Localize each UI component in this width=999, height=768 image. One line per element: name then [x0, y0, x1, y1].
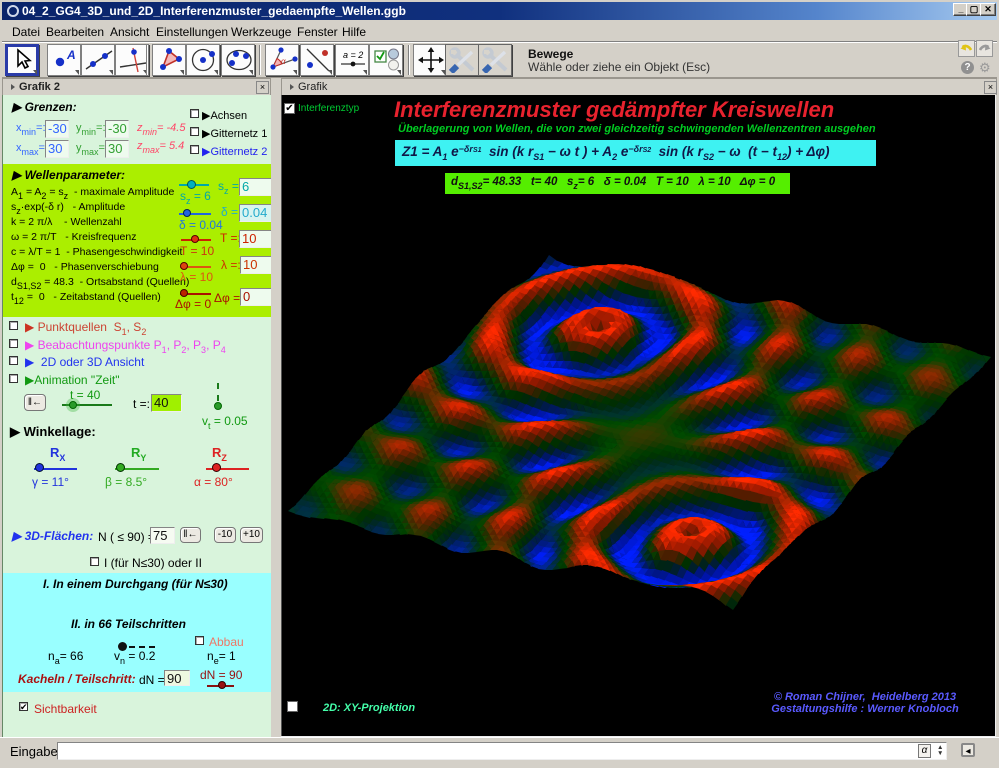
svg-text:A: A [66, 48, 76, 62]
svg-text:α: α [281, 57, 286, 66]
svg-text:a = 2: a = 2 [343, 50, 363, 60]
